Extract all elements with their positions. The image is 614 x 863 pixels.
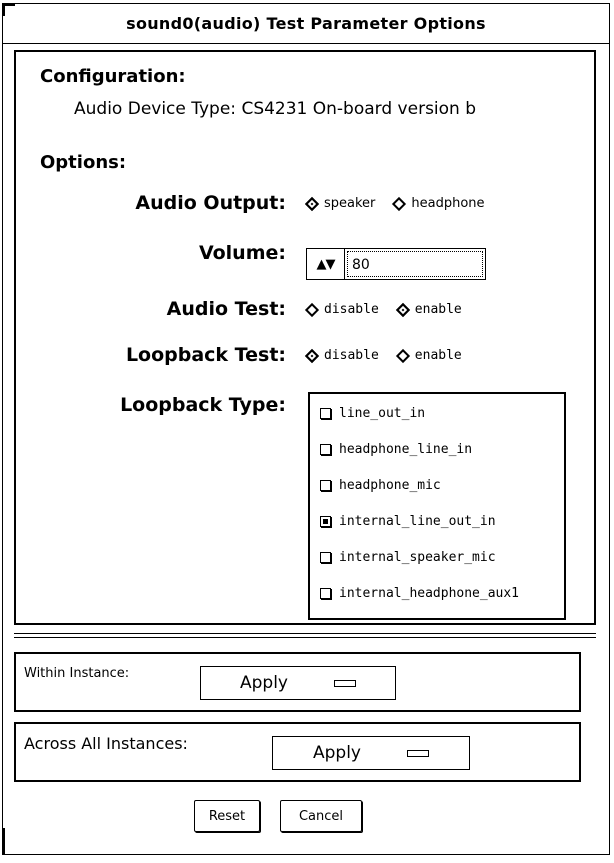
volume-field[interactable]: 80 — [344, 248, 486, 280]
loopback-type-list: line_out_in headphone_line_in headphone_… — [308, 392, 566, 620]
cancel-button[interactable]: Cancel — [280, 800, 362, 832]
menu-indicator-icon — [407, 749, 429, 757]
radio-unselected-icon — [395, 348, 410, 363]
checkbox-unchecked-icon — [320, 480, 331, 491]
option-label: headphone_mic — [339, 478, 441, 493]
loopback-test-disable-radio[interactable]: disable — [304, 348, 379, 363]
loopback-test-enable-radio[interactable]: enable — [395, 348, 462, 363]
radio-selected-icon — [304, 196, 320, 211]
option-label: internal_line_out_in — [339, 514, 496, 529]
loopback-type-option[interactable]: headphone_line_in — [320, 442, 472, 457]
radio-label: enable — [414, 348, 462, 363]
volume-up-down-arrows-icon[interactable]: ▲▼ — [306, 248, 344, 280]
audio-test-label: Audio Test: — [166, 298, 286, 320]
audio-output-headphone-radio[interactable]: headphone — [391, 196, 485, 211]
within-instance-apply-menu-button[interactable]: Apply — [200, 666, 396, 700]
radio-label: disable — [324, 302, 379, 317]
window-title: sound0(audio) Test Parameter Options — [3, 4, 609, 44]
option-label: internal_headphone_aux1 — [339, 586, 520, 601]
reset-button[interactable]: Reset — [194, 800, 260, 832]
across-instances-label: Across All Instances: — [24, 734, 188, 753]
within-instance-label: Within Instance: — [24, 666, 130, 681]
option-label: line_out_in — [339, 406, 426, 421]
radio-label: enable — [414, 302, 462, 317]
radio-unselected-icon — [304, 302, 320, 317]
loopback-type-option[interactable]: internal_headphone_aux1 — [320, 586, 519, 601]
radio-label: headphone — [411, 196, 485, 211]
loopback-test-label: Loopback Test: — [125, 344, 286, 366]
across-instances-apply-menu-button[interactable]: Apply — [272, 736, 470, 770]
checkbox-unchecked-icon — [320, 444, 331, 455]
option-label: headphone_line_in — [339, 442, 473, 457]
within-instance-box: Within Instance: Apply — [14, 652, 581, 712]
radio-selected-icon — [304, 348, 320, 363]
audio-output-radio-group: speaker headphone — [304, 196, 501, 211]
audio-device-type: Audio Device Type: CS4231 On-board versi… — [74, 99, 477, 119]
volume-value[interactable]: 80 — [347, 251, 483, 277]
radio-label: speaker — [324, 196, 376, 211]
option-label: internal_speaker_mic — [339, 550, 496, 565]
volume-label: Volume: — [198, 242, 286, 264]
loopback-type-option[interactable]: internal_speaker_mic — [320, 550, 496, 565]
apply-button-label: Apply — [240, 673, 288, 693]
audio-output-speaker-radio[interactable]: speaker — [304, 196, 375, 211]
window-corner — [3, 828, 15, 854]
divider — [14, 637, 596, 638]
audio-test-disable-radio[interactable]: disable — [304, 302, 379, 317]
loopback-type-option[interactable]: headphone_mic — [320, 478, 441, 493]
menu-indicator-icon — [334, 679, 356, 687]
configuration-heading: Configuration: — [40, 66, 186, 87]
audio-test-enable-radio[interactable]: enable — [395, 302, 462, 317]
audio-output-label: Audio Output: — [135, 192, 286, 214]
audio-test-radio-group: disable enable — [304, 302, 478, 317]
radio-selected-icon — [395, 302, 410, 317]
volume-spinner: ▲▼ 80 — [306, 248, 486, 280]
checkbox-unchecked-icon — [320, 408, 331, 419]
divider — [14, 633, 596, 634]
loopback-type-option[interactable]: line_out_in — [320, 406, 425, 421]
radio-label: disable — [324, 348, 379, 363]
loopback-type-option[interactable]: internal_line_out_in — [320, 514, 496, 529]
parameters-panel: Configuration: Audio Device Type: CS4231… — [14, 50, 596, 625]
checkbox-unchecked-icon — [320, 552, 331, 563]
loopback-type-label: Loopback Type: — [120, 394, 286, 416]
loopback-test-radio-group: disable enable — [304, 348, 478, 363]
radio-unselected-icon — [392, 196, 407, 211]
across-instances-box: Across All Instances: Apply — [14, 722, 581, 782]
checkbox-unchecked-icon — [320, 588, 331, 599]
checkbox-checked-icon — [320, 516, 331, 527]
options-heading: Options: — [40, 152, 127, 173]
apply-button-label: Apply — [313, 743, 361, 763]
